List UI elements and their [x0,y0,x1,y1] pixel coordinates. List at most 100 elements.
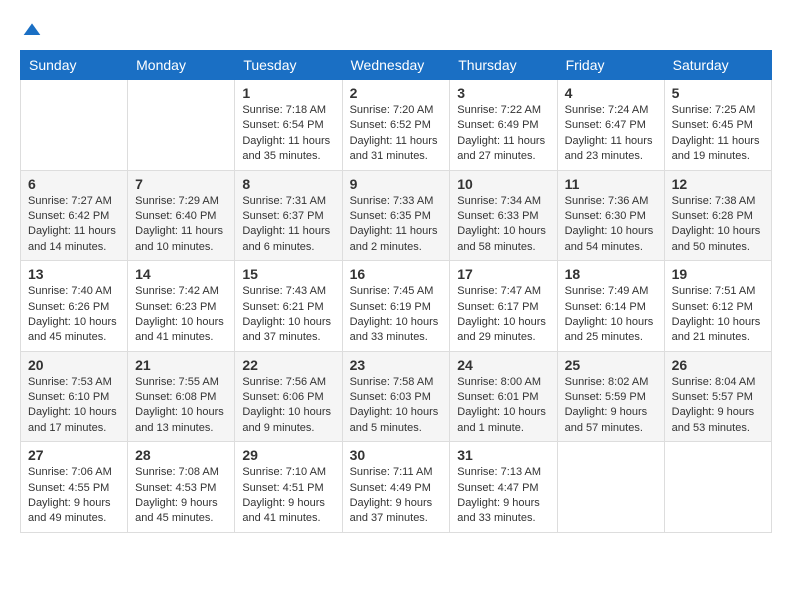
calendar-cell: 21 Sunrise: 7:55 AM Sunset: 6:08 PM Dayli… [128,351,235,442]
day-number: 16 [350,266,443,282]
calendar-cell: 19 Sunrise: 7:51 AM Sunset: 6:12 PM Dayli… [664,261,771,352]
day-number: 1 [242,85,334,101]
day-number: 7 [135,176,227,192]
day-info: Sunrise: 7:13 AM Sunset: 4:47 PM Dayligh… [457,465,549,527]
day-number: 8 [242,176,334,192]
logo [20,20,42,40]
calendar-cell: 4 Sunrise: 7:24 AM Sunset: 6:47 PM Daylig… [557,80,664,171]
day-info: Sunrise: 7:40 AM Sunset: 6:26 PM Dayligh… [28,284,120,346]
day-number: 27 [28,447,120,463]
calendar-week-5: 27 Sunrise: 7:06 AM Sunset: 4:55 PM Dayli… [21,442,772,533]
calendar-cell: 1 Sunrise: 7:18 AM Sunset: 6:54 PM Daylig… [235,80,342,171]
calendar-cell [21,80,128,171]
calendar-cell: 8 Sunrise: 7:31 AM Sunset: 6:37 PM Daylig… [235,170,342,261]
day-info: Sunrise: 7:11 AM Sunset: 4:49 PM Dayligh… [350,465,443,527]
day-header-thursday: Thursday [450,51,557,80]
calendar-cell [128,80,235,171]
day-info: Sunrise: 7:38 AM Sunset: 6:28 PM Dayligh… [672,194,764,256]
calendar-cell: 14 Sunrise: 7:42 AM Sunset: 6:23 PM Dayli… [128,261,235,352]
day-number: 11 [565,176,657,192]
day-header-saturday: Saturday [664,51,771,80]
calendar-cell: 17 Sunrise: 7:47 AM Sunset: 6:17 PM Dayli… [450,261,557,352]
day-number: 22 [242,357,334,373]
day-info: Sunrise: 7:25 AM Sunset: 6:45 PM Dayligh… [672,103,764,165]
calendar-cell: 23 Sunrise: 7:58 AM Sunset: 6:03 PM Dayli… [342,351,450,442]
day-header-sunday: Sunday [21,51,128,80]
day-info: Sunrise: 7:10 AM Sunset: 4:51 PM Dayligh… [242,465,334,527]
day-info: Sunrise: 7:27 AM Sunset: 6:42 PM Dayligh… [28,194,120,256]
day-info: Sunrise: 7:24 AM Sunset: 6:47 PM Dayligh… [565,103,657,165]
day-info: Sunrise: 8:04 AM Sunset: 5:57 PM Dayligh… [672,375,764,437]
logo-icon [22,20,42,40]
day-number: 21 [135,357,227,373]
day-info: Sunrise: 7:49 AM Sunset: 6:14 PM Dayligh… [565,284,657,346]
calendar-cell: 27 Sunrise: 7:06 AM Sunset: 4:55 PM Dayli… [21,442,128,533]
day-header-tuesday: Tuesday [235,51,342,80]
day-number: 4 [565,85,657,101]
day-number: 18 [565,266,657,282]
day-info: Sunrise: 7:36 AM Sunset: 6:30 PM Dayligh… [565,194,657,256]
calendar-cell: 24 Sunrise: 8:00 AM Sunset: 6:01 PM Dayli… [450,351,557,442]
day-info: Sunrise: 7:47 AM Sunset: 6:17 PM Dayligh… [457,284,549,346]
day-number: 6 [28,176,120,192]
calendar-cell [664,442,771,533]
day-info: Sunrise: 7:20 AM Sunset: 6:52 PM Dayligh… [350,103,443,165]
day-info: Sunrise: 7:51 AM Sunset: 6:12 PM Dayligh… [672,284,764,346]
day-number: 13 [28,266,120,282]
day-number: 23 [350,357,443,373]
day-number: 12 [672,176,764,192]
day-info: Sunrise: 7:42 AM Sunset: 6:23 PM Dayligh… [135,284,227,346]
day-info: Sunrise: 7:34 AM Sunset: 6:33 PM Dayligh… [457,194,549,256]
day-info: Sunrise: 7:56 AM Sunset: 6:06 PM Dayligh… [242,375,334,437]
calendar-cell: 13 Sunrise: 7:40 AM Sunset: 6:26 PM Dayli… [21,261,128,352]
calendar-cell [557,442,664,533]
day-number: 19 [672,266,764,282]
days-header-row: SundayMondayTuesdayWednesdayThursdayFrid… [21,51,772,80]
day-info: Sunrise: 8:02 AM Sunset: 5:59 PM Dayligh… [565,375,657,437]
calendar-cell: 6 Sunrise: 7:27 AM Sunset: 6:42 PM Daylig… [21,170,128,261]
page-header [20,20,772,40]
calendar-week-4: 20 Sunrise: 7:53 AM Sunset: 6:10 PM Dayli… [21,351,772,442]
day-info: Sunrise: 7:29 AM Sunset: 6:40 PM Dayligh… [135,194,227,256]
calendar-cell: 10 Sunrise: 7:34 AM Sunset: 6:33 PM Dayli… [450,170,557,261]
calendar-cell: 5 Sunrise: 7:25 AM Sunset: 6:45 PM Daylig… [664,80,771,171]
day-header-friday: Friday [557,51,664,80]
day-number: 17 [457,266,549,282]
day-info: Sunrise: 7:55 AM Sunset: 6:08 PM Dayligh… [135,375,227,437]
day-info: Sunrise: 7:58 AM Sunset: 6:03 PM Dayligh… [350,375,443,437]
day-info: Sunrise: 7:31 AM Sunset: 6:37 PM Dayligh… [242,194,334,256]
day-info: Sunrise: 7:45 AM Sunset: 6:19 PM Dayligh… [350,284,443,346]
calendar-week-1: 1 Sunrise: 7:18 AM Sunset: 6:54 PM Daylig… [21,80,772,171]
day-info: Sunrise: 7:06 AM Sunset: 4:55 PM Dayligh… [28,465,120,527]
calendar-cell: 3 Sunrise: 7:22 AM Sunset: 6:49 PM Daylig… [450,80,557,171]
day-info: Sunrise: 7:53 AM Sunset: 6:10 PM Dayligh… [28,375,120,437]
day-number: 24 [457,357,549,373]
calendar-cell: 28Sunrise: 7:08 AM Sunset: 4:53 PM Dayli… [128,442,235,533]
day-number: 25 [565,357,657,373]
day-number: 30 [350,447,443,463]
day-number: 2 [350,85,443,101]
day-number: 14 [135,266,227,282]
calendar-cell: 9Sunrise: 7:33 AM Sunset: 6:35 PM Daylig… [342,170,450,261]
day-info: Sunrise: 7:33 AM Sunset: 6:35 PM Dayligh… [350,194,443,256]
calendar-cell: 25 Sunrise: 8:02 AM Sunset: 5:59 PM Dayli… [557,351,664,442]
day-info: Sunrise: 8:00 AM Sunset: 6:01 PM Dayligh… [457,375,549,437]
day-info: Sunrise: 7:22 AM Sunset: 6:49 PM Dayligh… [457,103,549,165]
day-header-monday: Monday [128,51,235,80]
day-header-wednesday: Wednesday [342,51,450,80]
calendar-cell: 2 Sunrise: 7:20 AM Sunset: 6:52 PM Daylig… [342,80,450,171]
day-number: 15 [242,266,334,282]
calendar-cell: 11 Sunrise: 7:36 AM Sunset: 6:30 PM Dayli… [557,170,664,261]
calendar-cell: 31Sunrise: 7:13 AM Sunset: 4:47 PM Dayli… [450,442,557,533]
day-info: Sunrise: 7:18 AM Sunset: 6:54 PM Dayligh… [242,103,334,165]
day-number: 5 [672,85,764,101]
calendar-cell: 26Sunrise: 8:04 AM Sunset: 5:57 PM Dayli… [664,351,771,442]
calendar-cell: 16 Sunrise: 7:45 AM Sunset: 6:19 PM Dayli… [342,261,450,352]
day-number: 3 [457,85,549,101]
day-number: 20 [28,357,120,373]
day-number: 29 [242,447,334,463]
day-number: 10 [457,176,549,192]
calendar-cell: 22 Sunrise: 7:56 AM Sunset: 6:06 PM Dayli… [235,351,342,442]
calendar-week-3: 13 Sunrise: 7:40 AM Sunset: 6:26 PM Dayli… [21,261,772,352]
day-info: Sunrise: 7:43 AM Sunset: 6:21 PM Dayligh… [242,284,334,346]
